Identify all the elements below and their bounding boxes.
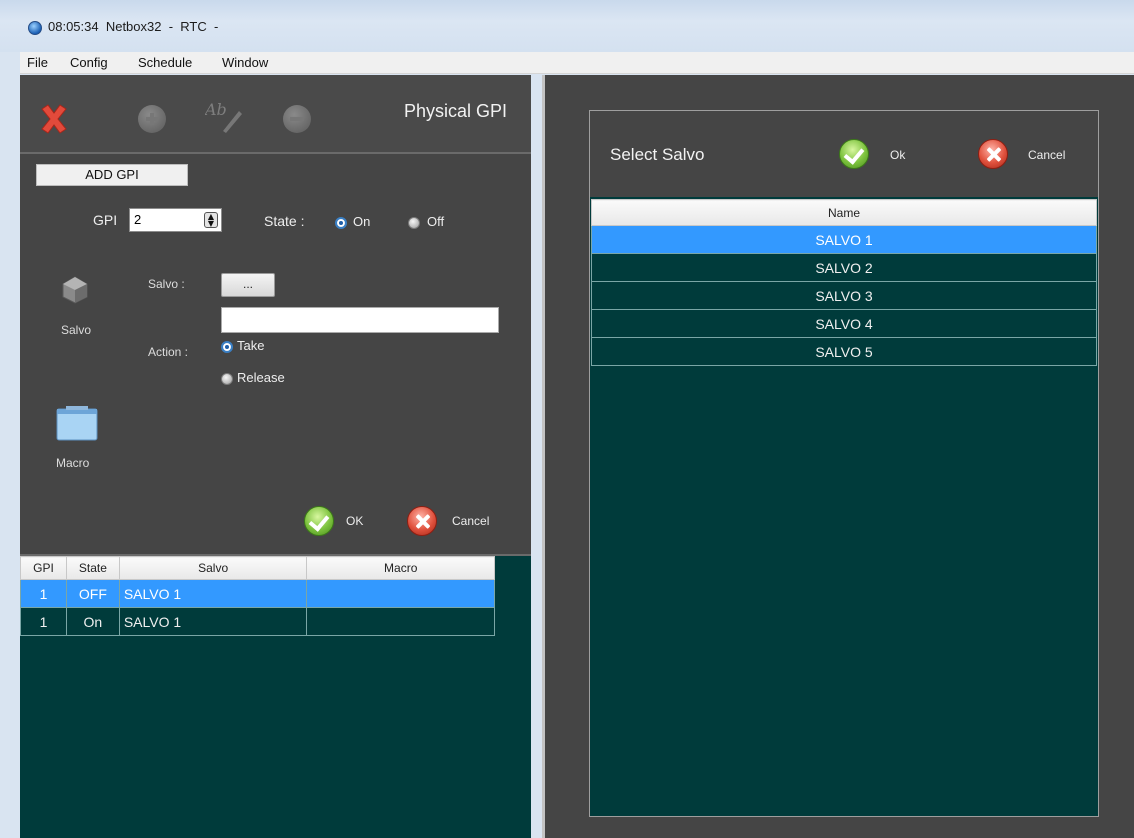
state-off-label: Off	[427, 214, 445, 229]
salvo-icon[interactable]	[60, 275, 90, 305]
gpi-label: GPI	[93, 212, 118, 228]
salvo-browse-button[interactable]: ...	[221, 273, 275, 297]
menu-window-label: Window	[222, 55, 269, 70]
add-gpi-header: ADD GPI	[36, 164, 188, 186]
state-off-radio[interactable]	[408, 217, 420, 229]
salvo-name: SALVO 5	[591, 337, 1097, 366]
spin-arrows-icon[interactable]: ▲ ▼	[204, 212, 218, 228]
list-item[interactable]: SALVO 4	[591, 309, 1097, 338]
salvo-side-label: Salvo	[61, 323, 92, 337]
list-item[interactable]: SALVO 3	[591, 281, 1097, 310]
salvo-table: Name SALVO 1 SALVO 2 SALVO 3 SALVO 4 SAL…	[591, 199, 1097, 366]
cancel-label[interactable]: Cancel	[452, 514, 489, 528]
cell-salvo: SALVO 1	[118, 579, 308, 608]
menu-schedule[interactable]: Schedule	[138, 55, 192, 70]
menu-schedule-label: Schedule	[138, 55, 193, 70]
physical-gpi-panel: Ab Physical GPI ADD GPI GPI 2 ▲ ▼ State :…	[20, 75, 531, 838]
panel-title: Physical GPI	[403, 101, 507, 121]
table-row[interactable]: 1 On SALVO 1	[20, 607, 495, 636]
salvo-name: SALVO 2	[591, 253, 1097, 282]
title-bar: 08:05:34 Netbox32 - RTC -	[0, 0, 1134, 52]
gpi-table: GPI State Salvo Macro 1 OFF SALVO 1 1 On…	[20, 556, 495, 636]
salvo-name: SALVO 1	[591, 225, 1097, 254]
cell-salvo: SALVO 1	[118, 607, 308, 636]
app-globe-icon	[28, 21, 42, 35]
dialog-title: Select Salvo	[610, 145, 705, 164]
salvo-name: SALVO 3	[591, 281, 1097, 310]
col-macro[interactable]: Macro	[306, 556, 495, 580]
ok-label[interactable]: Ok	[890, 148, 905, 162]
menu-window[interactable]: Window	[222, 55, 268, 70]
macro-label: Macro	[56, 456, 90, 470]
menu-config[interactable]: Config	[70, 55, 108, 70]
action-release-label: Release	[237, 370, 285, 385]
action-take-label: Take	[237, 338, 265, 353]
menu-file-label: File	[27, 55, 48, 70]
action-take-radio[interactable]	[221, 341, 233, 353]
cell-macro	[306, 607, 495, 636]
delete-icon[interactable]	[38, 103, 70, 135]
cancel-label[interactable]: Cancel	[1028, 148, 1065, 162]
col-gpi[interactable]: GPI	[20, 556, 67, 580]
ok-icon[interactable]	[304, 506, 334, 536]
state-on-radio[interactable]	[335, 217, 347, 229]
salvo-table-header: Name	[591, 199, 1097, 226]
action-release-radio[interactable]	[221, 373, 233, 385]
gpi-spinbox[interactable]: 2 ▲ ▼	[129, 208, 222, 232]
window-title: 08:05:34 Netbox32 - RTC -	[48, 19, 219, 34]
gpi-grid-area: GPI State Salvo Macro 1 OFF SALVO 1 1 On…	[20, 554, 531, 838]
cell-gpi: 1	[20, 607, 67, 636]
ok-icon[interactable]	[839, 139, 869, 169]
dialog-header: Select Salvo Ok Cancel	[590, 111, 1098, 197]
list-item[interactable]: SALVO 1	[591, 225, 1097, 254]
salvo-field-label: Salvo :	[148, 277, 185, 291]
cancel-icon[interactable]	[978, 139, 1008, 169]
gpi-value: 2	[134, 212, 142, 227]
salvo-input[interactable]	[221, 307, 499, 333]
state-label: State :	[264, 213, 305, 229]
menu-file[interactable]: File	[27, 55, 48, 70]
remove-icon[interactable]	[283, 105, 311, 133]
ok-label[interactable]: OK	[346, 514, 363, 528]
select-salvo-panel: Select Salvo Ok Cancel Name SALVO 1 SALV…	[542, 75, 1134, 838]
menu-config-label: Config	[70, 55, 108, 70]
cell-state: OFF	[65, 579, 120, 608]
gpi-table-header: GPI State Salvo Macro	[20, 556, 495, 580]
state-on-label: On	[353, 214, 371, 229]
list-item[interactable]: SALVO 2	[591, 253, 1097, 282]
cell-gpi: 1	[20, 579, 67, 608]
col-name[interactable]: Name	[591, 199, 1097, 226]
action-label: Action :	[148, 345, 189, 359]
cell-macro	[306, 579, 495, 608]
toolbar: Ab Physical GPI	[20, 75, 531, 154]
application-window: 08:05:34 Netbox32 - RTC - File Config Sc…	[0, 0, 1134, 838]
macro-folder-icon[interactable]	[56, 405, 98, 441]
rename-icon[interactable]: Ab	[203, 97, 245, 133]
list-item[interactable]: SALVO 5	[591, 337, 1097, 366]
svg-text:Ab: Ab	[205, 100, 227, 119]
menu-bar: File Config Schedule Window	[20, 52, 1134, 74]
cancel-icon[interactable]	[407, 506, 437, 536]
select-salvo-dialog: Select Salvo Ok Cancel Name SALVO 1 SALV…	[589, 110, 1099, 817]
add-icon[interactable]	[138, 105, 166, 133]
salvo-name: SALVO 4	[591, 309, 1097, 338]
col-state[interactable]: State	[65, 556, 120, 580]
table-row[interactable]: 1 OFF SALVO 1	[20, 579, 495, 608]
col-salvo[interactable]: Salvo	[118, 556, 308, 580]
cell-state: On	[65, 607, 120, 636]
